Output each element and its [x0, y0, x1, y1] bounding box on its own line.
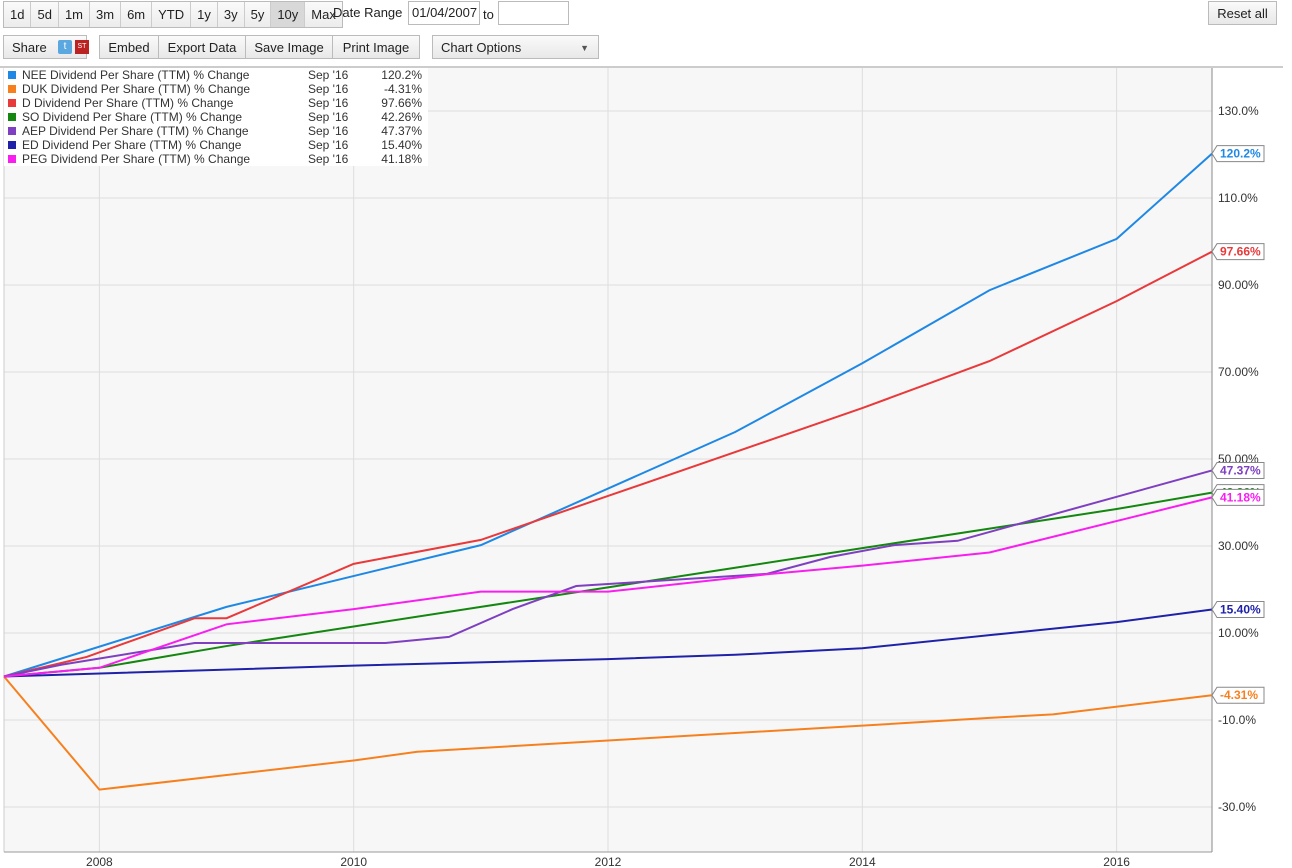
y-tick-label: 110.0%	[1218, 191, 1258, 205]
legend-swatch	[8, 99, 16, 107]
legend-name: ED Dividend Per Share (TTM) % Change	[22, 138, 242, 152]
legend-value: 42.26%	[381, 110, 422, 124]
x-tick-label: 2008	[86, 855, 113, 868]
legend-swatch	[8, 141, 16, 149]
legend-name: PEG Dividend Per Share (TTM) % Change	[22, 152, 251, 166]
legend-value: 120.2%	[381, 68, 422, 82]
legend-item[interactable]: SO Dividend Per Share (TTM) % Change Sep …	[4, 110, 428, 124]
legend-name: NEE Dividend Per Share (TTM) % Change	[22, 68, 250, 82]
legend-swatch	[8, 71, 16, 79]
legend-item[interactable]: DUK Dividend Per Share (TTM) % Change Sep…	[4, 82, 428, 96]
legend-value: 97.66%	[381, 96, 422, 110]
x-tick-label: 2014	[849, 855, 876, 868]
legend-date: Sep '16	[308, 68, 349, 82]
y-tick-label: 30.00%	[1218, 539, 1259, 553]
legend-name: AEP Dividend Per Share (TTM) % Change	[22, 124, 249, 138]
legend-item[interactable]: PEG Dividend Per Share (TTM) % Change Sep…	[4, 152, 428, 166]
end-value-label: 47.37%	[1220, 463, 1261, 477]
legend-item[interactable]: D Dividend Per Share (TTM) % Change Sep '…	[4, 96, 428, 110]
legend: NEE Dividend Per Share (TTM) % Change Sep…	[4, 68, 428, 166]
y-tick-label: -30.0%	[1218, 800, 1256, 814]
end-value-label: 120.2%	[1220, 147, 1261, 161]
end-value-label: -4.31%	[1220, 688, 1258, 702]
legend-date: Sep '16	[308, 124, 349, 138]
legend-date: Sep '16	[308, 152, 349, 166]
legend-name: SO Dividend Per Share (TTM) % Change	[22, 110, 243, 124]
legend-swatch	[8, 85, 16, 93]
legend-value: 47.37%	[381, 124, 422, 138]
legend-name: DUK Dividend Per Share (TTM) % Change	[22, 82, 251, 96]
legend-value: 41.18%	[381, 152, 422, 166]
end-value-label: 15.40%	[1220, 603, 1261, 617]
legend-item[interactable]: ED Dividend Per Share (TTM) % Change Sep …	[4, 138, 428, 152]
legend-date: Sep '16	[308, 138, 349, 152]
y-tick-label: 70.00%	[1218, 365, 1259, 379]
legend-item[interactable]: AEP Dividend Per Share (TTM) % Change Sep…	[4, 124, 428, 138]
legend-date: Sep '16	[308, 110, 349, 124]
y-tick-label: 130.0%	[1218, 104, 1259, 118]
y-tick-label: 10.00%	[1218, 626, 1259, 640]
y-tick-label: -10.0%	[1218, 713, 1256, 727]
end-value-label: 41.18%	[1220, 490, 1261, 504]
legend-swatch	[8, 113, 16, 121]
legend-date: Sep '16	[308, 96, 349, 110]
legend-swatch	[8, 155, 16, 163]
x-tick-label: 2016	[1103, 855, 1130, 868]
legend-value: 15.40%	[381, 138, 422, 152]
y-tick-label: 90.00%	[1218, 278, 1259, 292]
end-value-label: 97.66%	[1220, 245, 1261, 259]
legend-value: -4.31%	[383, 82, 422, 96]
legend-date: Sep '16	[308, 82, 349, 96]
legend-swatch	[8, 127, 16, 135]
x-tick-label: 2010	[340, 855, 367, 868]
legend-item[interactable]: NEE Dividend Per Share (TTM) % Change Sep…	[4, 68, 428, 82]
legend-name: D Dividend Per Share (TTM) % Change	[22, 96, 234, 110]
x-tick-label: 2012	[595, 855, 622, 868]
